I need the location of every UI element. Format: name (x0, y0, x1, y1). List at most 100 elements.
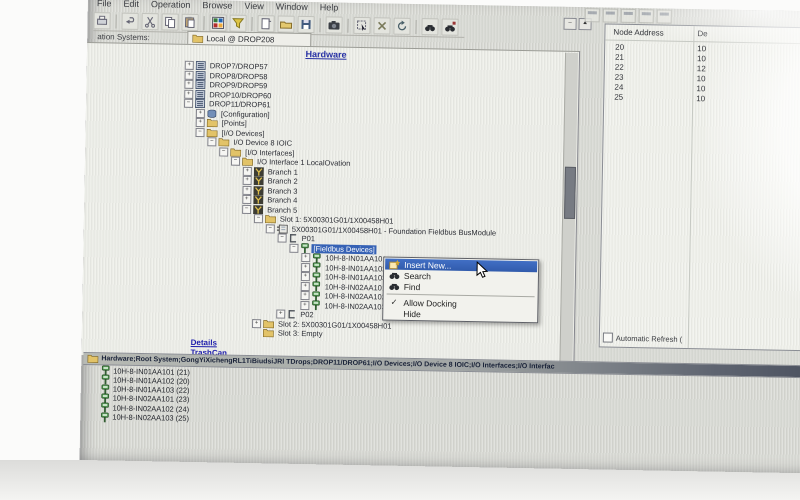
tree-row-branch-2[interactable]: +Branch 2 (243, 176, 300, 186)
binoculars-icon (388, 282, 401, 291)
undo-icon[interactable] (121, 13, 138, 30)
filter-icon[interactable] (229, 15, 246, 32)
restore-icon[interactable] (603, 8, 618, 22)
menu-help[interactable]: Help (315, 2, 344, 15)
menu-operation[interactable]: Operation (146, 0, 196, 12)
expand-toggle[interactable]: − (207, 137, 216, 146)
expand-toggle[interactable]: + (243, 176, 252, 185)
tree-row-branch-5[interactable]: −Branch 5 (242, 204, 299, 214)
port-icon (287, 310, 296, 319)
tree-scrollbar-thumb[interactable] (564, 167, 576, 219)
expand-toggle[interactable]: + (301, 262, 310, 271)
node-row-0-col-1[interactable]: 10 (697, 44, 706, 53)
expand-toggle[interactable]: − (242, 204, 251, 213)
expand-toggle[interactable]: − (254, 214, 263, 223)
expand-toggle[interactable]: + (301, 272, 310, 281)
expand-toggle[interactable]: + (242, 185, 251, 194)
print-icon[interactable] (93, 12, 110, 29)
expand-toggle[interactable]: + (301, 291, 310, 300)
find-next-icon[interactable] (441, 18, 458, 35)
tree-row-p01[interactable]: −P01 (278, 234, 318, 244)
automatic-refresh-checkbox[interactable] (603, 332, 613, 342)
menu-edit[interactable]: Edit (118, 0, 144, 11)
tree-row-points[interactable]: +[Points] (196, 118, 249, 128)
tree-row-label: DROP10/DROP60 (207, 90, 273, 100)
camera-icon[interactable] (325, 16, 342, 33)
device-list-item-10h-8-in02aa103-25[interactable]: 10H-8-IN02AA103 (25) (100, 412, 189, 424)
column-header-device[interactable]: De (697, 29, 707, 38)
menu-view[interactable]: View (239, 1, 269, 14)
cut-icon[interactable] (141, 13, 158, 30)
expand-toggle[interactable]: + (196, 118, 205, 127)
folder-icon (242, 157, 253, 166)
tree-row-label: DROP11/DROP61 (207, 99, 273, 109)
save-icon[interactable] (297, 16, 314, 33)
copy-icon[interactable] (161, 13, 178, 30)
expand-toggle[interactable]: − (219, 147, 228, 156)
expand-toggle[interactable]: + (243, 166, 252, 175)
new-icon[interactable] (257, 15, 274, 32)
close-icon[interactable] (621, 9, 636, 23)
node-row-4-col-0[interactable]: 24 (614, 83, 623, 92)
expand-toggle[interactable]: + (185, 61, 194, 70)
expand-toggle[interactable]: − (195, 127, 204, 136)
tree-row-p02[interactable]: +P02 (276, 310, 316, 320)
tree-row-branch-4[interactable]: +Branch 4 (242, 195, 299, 205)
expand-toggle[interactable]: + (185, 70, 194, 79)
context-menu-item-hide[interactable]: Hide (384, 307, 536, 321)
tree-row-slot-3-empty[interactable]: Slot 3: Empty (252, 328, 325, 338)
open-icon[interactable] (277, 15, 294, 32)
expand-toggle[interactable]: + (242, 195, 251, 204)
menu-window[interactable]: Window (271, 1, 313, 14)
application-window: FileEditOperationBrowseViewWindowHelp –▲… (80, 0, 800, 475)
toolbar-separator (347, 18, 348, 32)
expand-toggle[interactable]: − (266, 224, 275, 233)
tree-row-label: [I/O Interfaces] (243, 147, 296, 157)
expand-toggle[interactable]: + (301, 253, 310, 262)
column-header-node-address[interactable]: Node Address (613, 28, 663, 38)
node-row-2-col-0[interactable]: 22 (615, 63, 624, 72)
menu-file[interactable]: File (92, 0, 117, 11)
node-row-5-col-1[interactable]: 10 (696, 94, 705, 103)
select-icon[interactable] (353, 17, 370, 34)
node-row-5-col-0[interactable]: 25 (614, 93, 623, 102)
node-row-2-col-1[interactable]: 12 (697, 64, 706, 73)
expand-toggle[interactable]: + (184, 89, 193, 98)
expand-toggle[interactable]: − (231, 157, 240, 166)
node-row-0-col-0[interactable]: 20 (615, 43, 624, 52)
tree-scrollbar[interactable] (559, 53, 578, 363)
node-row-3-col-1[interactable]: 10 (697, 74, 706, 83)
pin-icon[interactable] (657, 9, 672, 23)
details-link[interactable]: Details (191, 338, 217, 347)
expand-toggle[interactable]: − (184, 99, 193, 108)
expand-toggle[interactable]: + (252, 319, 261, 328)
tree-row-branch-1[interactable]: +Branch 1 (243, 166, 300, 176)
expand-toggle[interactable]: + (300, 300, 309, 309)
column-separator (688, 26, 695, 348)
expand-toggle[interactable]: + (196, 108, 205, 117)
node-row-1-col-1[interactable]: 10 (697, 54, 706, 63)
refresh-icon[interactable] (393, 18, 410, 35)
dock-icon[interactable] (639, 9, 654, 23)
expand-toggle[interactable]: + (276, 310, 285, 319)
node-row-1-col-0[interactable]: 21 (615, 53, 624, 62)
pane-control-0[interactable]: – (563, 18, 576, 30)
menu-browse[interactable]: Browse (197, 0, 237, 13)
context-menu-item-find[interactable]: Find (385, 280, 537, 294)
expand-toggle[interactable]: − (289, 243, 298, 252)
node-row-3-col-0[interactable]: 23 (615, 73, 624, 82)
expand-toggle[interactable]: + (184, 80, 193, 89)
expand-toggle[interactable]: − (278, 234, 287, 243)
device-label: 10H-8-IN02AA103 (25) (112, 413, 189, 423)
expand-toggle[interactable]: + (301, 281, 310, 290)
delete-icon[interactable] (373, 17, 390, 34)
dropdown-icon[interactable] (585, 8, 600, 22)
drop-icon (195, 99, 205, 108)
node-row-4-col-1[interactable]: 10 (696, 84, 705, 93)
chart-icon[interactable] (209, 14, 226, 31)
find-icon[interactable] (421, 18, 438, 35)
paste-icon[interactable] (181, 14, 198, 31)
tree-row-i-o-devices[interactable]: −[I/O Devices] (195, 127, 266, 137)
menu-item-label: Hide (403, 308, 421, 318)
tree-row-branch-3[interactable]: +Branch 3 (242, 185, 299, 195)
